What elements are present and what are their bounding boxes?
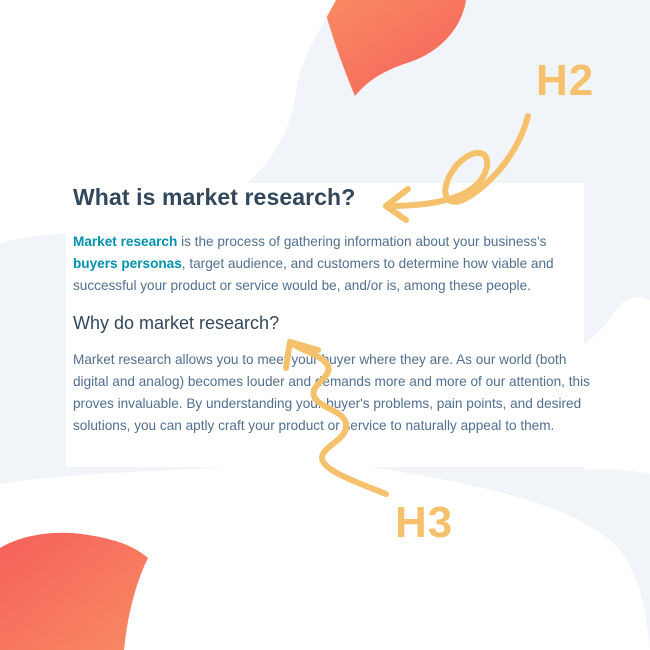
h2-annotation-label: H2 — [536, 56, 595, 105]
h3-annotation-label: H3 — [395, 498, 454, 547]
h3-arrow-icon — [287, 339, 389, 497]
h2-arrow-icon — [385, 113, 531, 209]
